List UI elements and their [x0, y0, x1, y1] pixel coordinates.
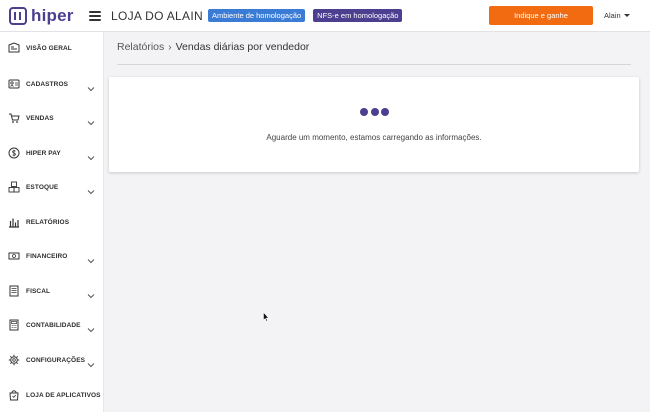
sidebar-item-relatorios[interactable]: RELATÓRIOS	[0, 212, 104, 232]
sidebar-item-fiscal[interactable]: FISCAL	[0, 281, 104, 301]
mouse-cursor-icon	[263, 312, 269, 322]
loading-message: Aguarde um momento, estamos carregando a…	[266, 133, 482, 142]
title-divider	[117, 64, 631, 65]
dashboard-icon	[8, 42, 20, 54]
sidebar-item-label: LOJA DE APLICATIVOS	[26, 391, 101, 399]
sidebar-item-estoque[interactable]: ESTOQUE	[0, 177, 104, 197]
dollar-icon	[8, 147, 20, 159]
breadcrumb: Relatórios › Vendas diárias por vendedor	[117, 41, 309, 53]
sidebar: VISÃO GERAL CADASTROS VENDAS HIPER PAY E…	[0, 32, 104, 412]
breadcrumb-separator: ›	[168, 41, 172, 53]
sidebar-item-label: CONFIGURAÇÕES	[26, 356, 86, 364]
sidebar-item-label: CADASTROS	[26, 80, 69, 88]
chevron-down-icon	[87, 287, 95, 299]
top-bar: hiper LOJA DO ALAIN Ambiente de homologa…	[0, 0, 650, 32]
sidebar-item-label: CONTABILIDADE	[26, 321, 81, 329]
sidebar-item-cadastros[interactable]: CADASTROS	[0, 74, 104, 94]
sidebar-item-label: FINANCEIRO	[26, 252, 68, 260]
menu-toggle-icon[interactable]	[89, 10, 101, 21]
chevron-down-icon	[87, 252, 95, 264]
sidebar-item-label: HIPER PAY	[26, 149, 61, 157]
sidebar-item-label: RELATÓRIOS	[26, 218, 70, 226]
sidebar-item-label: VENDAS	[26, 114, 54, 122]
sidebar-item-label: FISCAL	[26, 287, 51, 295]
chevron-down-icon	[87, 80, 95, 92]
logo-text: hiper	[31, 5, 74, 25]
store-name: LOJA DO ALAIN	[111, 8, 203, 23]
logo[interactable]: hiper	[9, 6, 89, 26]
report-card: Aguarde um momento, estamos carregando a…	[109, 77, 639, 172]
chevron-down-icon	[87, 149, 95, 161]
user-name: Alain	[604, 11, 621, 20]
refer-and-earn-button[interactable]: Indique e ganhe	[489, 6, 593, 25]
environment-badge: Ambiente de homologação	[207, 9, 306, 22]
sidebar-item-vendas[interactable]: VENDAS	[0, 108, 104, 128]
sidebar-item-financeiro[interactable]: FINANCEIRO	[0, 246, 104, 266]
breadcrumb-link-relatorios[interactable]: Relatórios	[117, 41, 164, 53]
cart-icon	[8, 112, 20, 124]
sidebar-item-label: ESTOQUE	[26, 183, 59, 191]
calculator-icon	[8, 319, 20, 331]
sidebar-item-configuracoes[interactable]: CONFIGURAÇÕES	[0, 350, 104, 370]
chevron-down-icon	[87, 183, 95, 195]
boxes-icon	[8, 181, 20, 193]
sidebar-item-label: VISÃO GERAL	[26, 44, 72, 52]
chevron-down-icon	[87, 321, 95, 333]
sidebar-item-loja-de-aplicativos[interactable]: LOJA DE APLICATIVOS	[0, 385, 104, 405]
gear-icon	[8, 354, 20, 366]
bar-chart-icon	[8, 216, 20, 228]
chevron-down-icon	[87, 356, 95, 368]
document-icon	[8, 285, 20, 297]
chevron-down-icon	[87, 114, 95, 126]
nfse-badge: NFS-e em homologação	[313, 9, 403, 22]
sidebar-item-hiper-pay[interactable]: HIPER PAY	[0, 143, 104, 163]
loading-dots-icon	[360, 108, 389, 117]
sidebar-item-visao-geral[interactable]: VISÃO GERAL	[0, 38, 104, 58]
page-title: Vendas diárias por vendedor	[175, 41, 310, 53]
shopping-bag-icon	[8, 389, 20, 401]
user-menu[interactable]: Alain	[604, 11, 630, 20]
logo-icon	[9, 6, 27, 25]
id-card-icon	[8, 78, 20, 90]
caret-down-icon	[623, 14, 630, 17]
sidebar-item-contabilidade[interactable]: CONTABILIDADE	[0, 315, 104, 335]
money-icon	[8, 250, 20, 262]
